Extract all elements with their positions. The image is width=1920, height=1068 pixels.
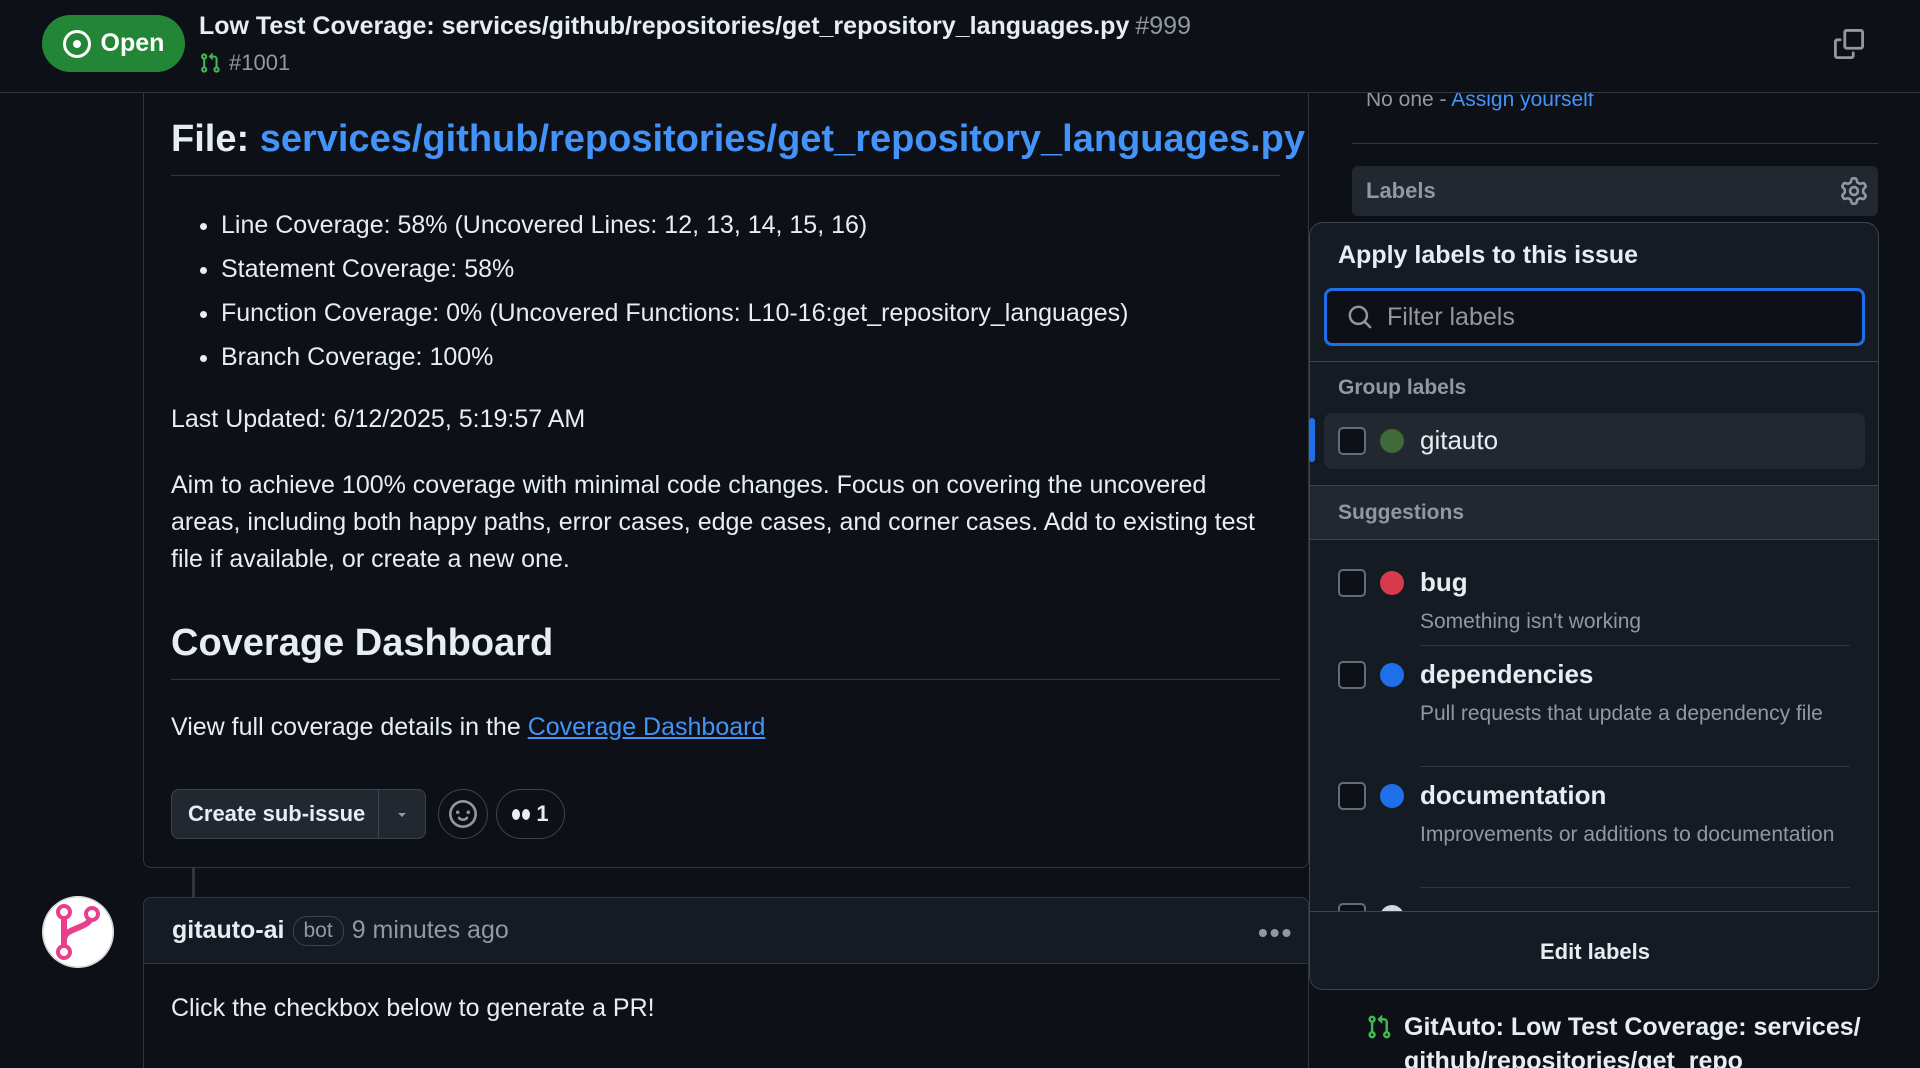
divider bbox=[1420, 645, 1850, 646]
divider bbox=[1310, 361, 1878, 362]
dashboard-link[interactable]: Coverage Dashboard bbox=[528, 713, 766, 741]
group-labels-heading: Group labels bbox=[1338, 376, 1467, 399]
divider bbox=[171, 175, 1280, 176]
pull-request-icon bbox=[201, 52, 220, 73]
label-picker-dialog: Apply labels to this issue Group labels … bbox=[1309, 222, 1879, 990]
reaction-eyes-button[interactable]: 1 bbox=[496, 789, 565, 839]
edit-labels-label: Edit labels bbox=[1539, 938, 1651, 964]
divider bbox=[171, 679, 1280, 680]
label-checkbox-dependencies[interactable] bbox=[1338, 661, 1366, 689]
timeline-connector bbox=[192, 868, 195, 898]
reaction-count: 1 bbox=[536, 801, 549, 826]
label-picker-title: Apply labels to this issue bbox=[1338, 241, 1639, 269]
comment-time[interactable]: 9 minutes ago bbox=[352, 916, 509, 945]
list-item: Branch Coverage: 100% bbox=[221, 335, 1128, 379]
file-heading: File: services/github/repositories/get_r… bbox=[171, 118, 1305, 161]
label-color-dependencies bbox=[1380, 663, 1404, 687]
label-name-gitauto: gitauto bbox=[1420, 425, 1499, 455]
issue-number: #999 bbox=[1135, 12, 1191, 40]
focus-indicator bbox=[1309, 418, 1315, 462]
label-color-bug bbox=[1380, 571, 1404, 595]
label-option-gitauto[interactable] bbox=[1324, 413, 1865, 469]
divider bbox=[1420, 887, 1850, 888]
file-link[interactable]: services/github/repositories/get_reposit… bbox=[260, 118, 1305, 160]
issue-title-text: Low Test Coverage: services/github/repos… bbox=[199, 12, 1130, 40]
sub-issue-dropdown-toggle[interactable] bbox=[379, 806, 425, 822]
list-item: Function Coverage: 0% (Uncovered Functio… bbox=[221, 291, 1128, 335]
labels-heading: Labels bbox=[1366, 178, 1436, 203]
label-checkbox-gitauto[interactable] bbox=[1338, 427, 1366, 455]
sidebar-linked-pr[interactable]: GitAuto: Low Test Coverage: services/git… bbox=[1366, 1010, 1866, 1068]
label-description-bug: Something isn't working bbox=[1420, 610, 1642, 633]
divider bbox=[1420, 766, 1850, 767]
label-color-gitauto bbox=[1380, 429, 1404, 453]
label-name-documentation[interactable]: documentation bbox=[1420, 780, 1606, 811]
pull-request-icon bbox=[1368, 1014, 1391, 1039]
label-checkbox-documentation[interactable] bbox=[1338, 782, 1366, 810]
label-description-dependencies: Pull requests that update a dependency f… bbox=[1420, 702, 1823, 725]
list-item: Statement Coverage: 58% bbox=[221, 247, 1128, 291]
label-checkbox-bug[interactable] bbox=[1338, 569, 1366, 597]
divider bbox=[1352, 143, 1878, 144]
linked-pr-number: #1001 bbox=[229, 50, 291, 75]
filter-labels-input[interactable] bbox=[1387, 302, 1827, 332]
labels-section-header[interactable]: Labels bbox=[1352, 166, 1878, 216]
search-icon bbox=[1348, 305, 1372, 329]
issue-title: Low Test Coverage: services/github/repos… bbox=[199, 12, 1191, 41]
copy-icon[interactable] bbox=[1834, 28, 1864, 60]
bot-badge: bot bbox=[292, 915, 344, 946]
label-name-dependencies[interactable]: dependencies bbox=[1420, 659, 1593, 690]
file-prefix: File: bbox=[171, 118, 250, 160]
status-label: Open bbox=[100, 29, 165, 57]
issue-open-icon bbox=[62, 29, 91, 58]
linked-pr-title: GitAuto: Low Test Coverage: services/git… bbox=[1404, 1013, 1861, 1068]
comment-author[interactable]: gitauto-ai bbox=[172, 916, 285, 945]
comment-text: Click the checkbox below to generate a P… bbox=[171, 994, 655, 1022]
label-description-documentation: Improvements or additions to documentati… bbox=[1420, 823, 1835, 846]
smiley-icon bbox=[449, 800, 477, 828]
linked-pr-ref[interactable]: #1001 bbox=[199, 50, 290, 76]
list-item: Line Coverage: 58% (Uncovered Lines: 12,… bbox=[221, 203, 1128, 247]
eyes-icon bbox=[512, 808, 531, 820]
dashboard-paragraph: View full coverage details in the Covera… bbox=[171, 709, 1280, 746]
comment-header: gitauto-ai bot 9 minutes ago bbox=[143, 897, 1309, 964]
suggestions-heading: Suggestions bbox=[1338, 501, 1465, 524]
status-badge: Open bbox=[42, 15, 185, 72]
aim-paragraph: Aim to achieve 100% coverage with minima… bbox=[171, 471, 1255, 573]
last-updated: Last Updated: 6/12/2025, 5:19:57 AM bbox=[171, 405, 586, 433]
gear-icon[interactable] bbox=[1840, 177, 1868, 205]
label-name-bug[interactable]: bug bbox=[1420, 567, 1468, 598]
avatar[interactable] bbox=[42, 896, 114, 968]
issue-header: Open Low Test Coverage: services/github/… bbox=[0, 0, 1920, 93]
add-reaction-button[interactable] bbox=[438, 789, 488, 839]
create-sub-issue-label: Create sub-issue bbox=[188, 801, 366, 826]
label-color-documentation bbox=[1380, 784, 1404, 808]
dashboard-text: View full coverage details in the bbox=[171, 713, 521, 741]
edit-labels-button[interactable]: Edit labels bbox=[1310, 911, 1878, 989]
filter-box[interactable] bbox=[1324, 288, 1865, 346]
coverage-list: Line Coverage: 58% (Uncovered Lines: 12,… bbox=[221, 203, 1128, 379]
caret-down-icon bbox=[398, 813, 406, 817]
gitauto-logo-icon bbox=[42, 896, 114, 968]
create-sub-issue-button[interactable]: Create sub-issue bbox=[171, 789, 426, 839]
dashboard-heading: Coverage Dashboard bbox=[171, 622, 554, 664]
comment-options-icon[interactable]: ••• bbox=[1258, 917, 1293, 949]
